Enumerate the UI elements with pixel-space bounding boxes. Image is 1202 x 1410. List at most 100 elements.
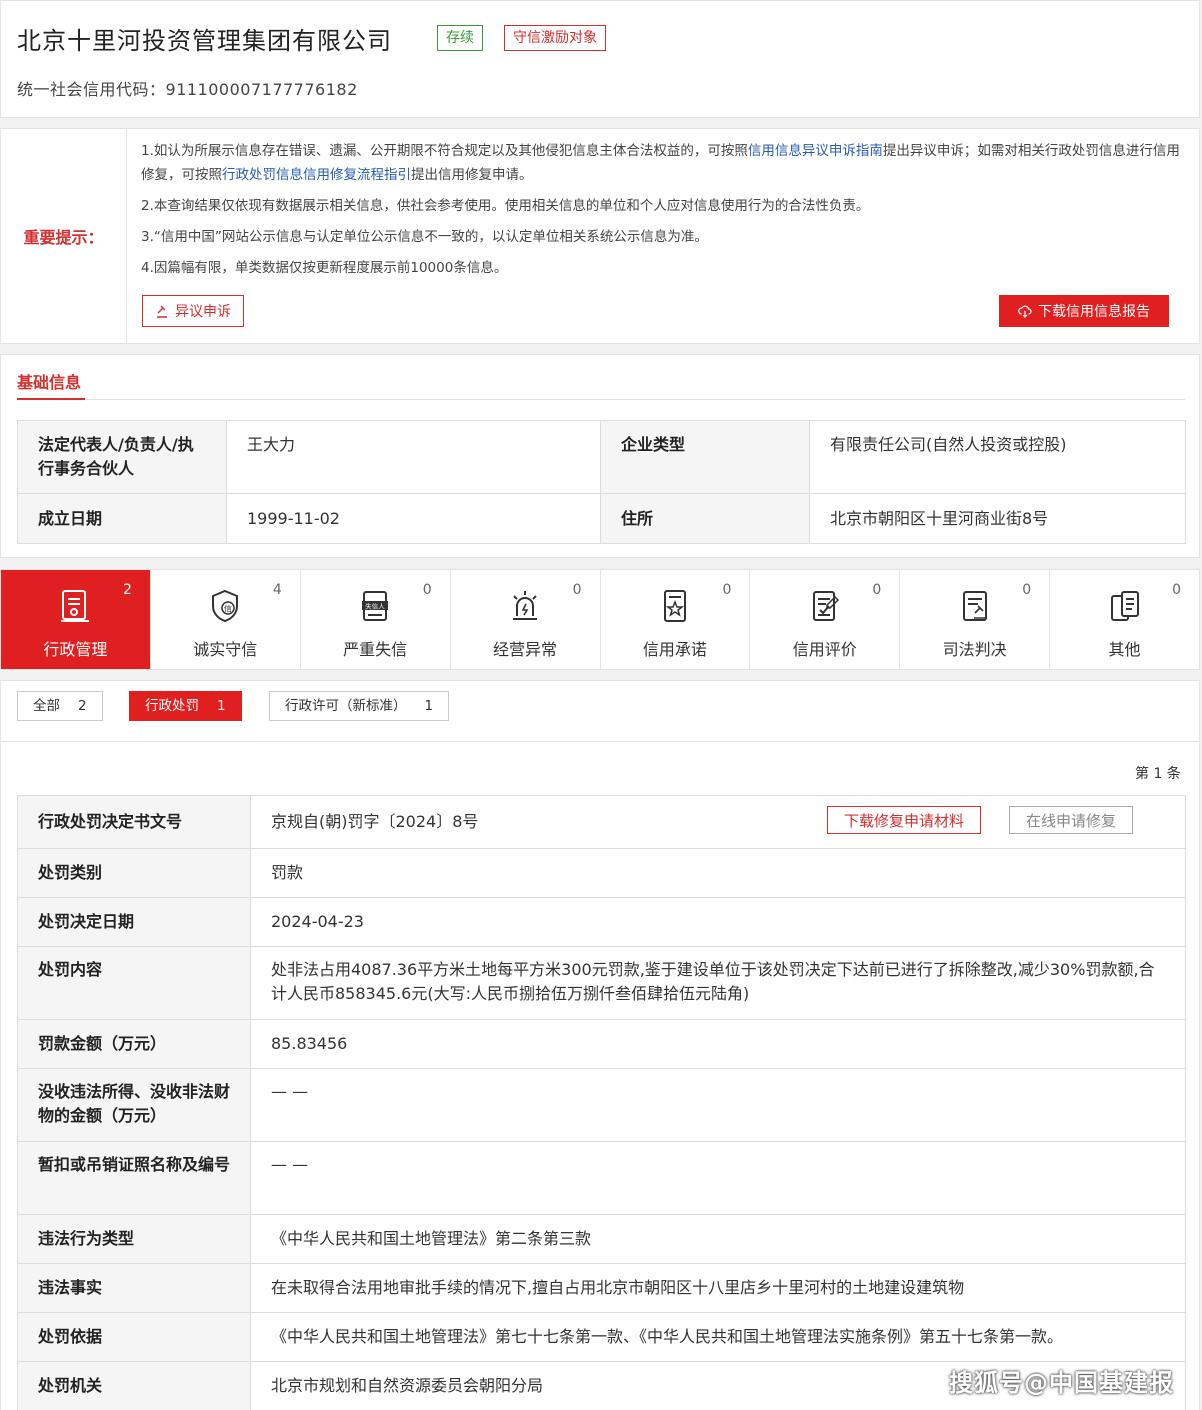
online-repair-button[interactable]: 在线申请修复 [1009, 806, 1134, 834]
notice-item-1: 1.如认为所展示信息存在错误、遗漏、公开期限不符合规定以及其他侵犯信息主体合法权… [141, 139, 1181, 187]
violation-facts-label: 违法事实 [17, 1263, 251, 1313]
cloud-download-icon [1018, 305, 1032, 318]
tab-label: 司法判决 [942, 640, 1007, 659]
status-badge: 存续 [437, 25, 483, 51]
basic-info-title: 基础信息 [17, 373, 82, 392]
tab-honesty[interactable]: 4 信 诚实守信 [151, 570, 301, 669]
table-row: 处罚类别 罚款 [17, 848, 1186, 898]
tab-label: 信用承诺 [642, 640, 707, 659]
table-row: 暂扣或吊销证照名称及编号 — — [17, 1141, 1186, 1215]
tab-label: 信用评价 [792, 640, 857, 659]
tab-count: 0 [722, 582, 732, 598]
shield-credit-icon: 信 [212, 589, 239, 623]
penalty-basis-value: 《中华人民共和国土地管理法》第七十七条第一款、《中华人民共和国土地管理法实施条例… [250, 1312, 1186, 1362]
tab-credit-promise[interactable]: 0 信用承诺 [601, 570, 751, 669]
doc-no-cell: 京规自(朝)罚字〔2024〕8号 下载修复申请材料 在线申请修复 [250, 795, 1186, 849]
source-watermark: 搜狐号@中国基建报 [949, 1369, 1174, 1397]
download-repair-materials-button[interactable]: 下载修复申请材料 [827, 806, 982, 834]
filter-all[interactable]: 全部 2 [17, 691, 103, 721]
penalty-category-label: 处罚类别 [17, 848, 251, 898]
company-type-label: 企业类型 [600, 420, 810, 494]
fine-amount-value: 85.83456 [250, 1019, 1186, 1069]
tab-credit-evaluation[interactable]: 0 信用评价 [750, 570, 901, 669]
gavel-icon [157, 305, 167, 318]
repair-guide-link[interactable]: 行政处罚信息信用修复流程指引 [222, 167, 411, 183]
table-row: 处罚内容 处非法占用4087.36平方米土地每平方米300元罚款,鉴于建设单位于… [17, 946, 1186, 1020]
credit-code-label: 统一社会信用代码： [17, 80, 166, 99]
notice-text: 提出信用修复申请。 [411, 167, 533, 183]
download-report-button[interactable]: 下载信用信息报告 [999, 295, 1169, 327]
penalty-category-value: 罚款 [250, 848, 1186, 898]
violation-type-label: 违法行为类型 [17, 1214, 251, 1264]
address-value: 北京市朝阳区十里河商业街8号 [809, 493, 1186, 544]
notice-body: 1.如认为所展示信息存在错误、遗漏、公开期限不符合规定以及其他侵犯信息主体合法权… [141, 139, 1181, 287]
doc-no-value: 京规自(朝)罚字〔2024〕8号 [271, 812, 479, 831]
judgment-doc-icon [962, 591, 987, 621]
doc-no-label: 行政处罚决定书文号 [17, 795, 251, 849]
evaluation-doc-icon [812, 591, 839, 621]
important-notice: 重要提示： 1.如认为所展示信息存在错误、遗漏、公开期限不符合规定以及其他侵犯信… [0, 128, 1200, 344]
violation-facts-value: 在未取得合法用地审批手续的情况下,擅自占用北京市朝阳区十八里店乡十里河村的土地建… [250, 1263, 1186, 1313]
notice-item-4: 4.因篇幅有限，单类数据仅按更新程度展示前10000条信息。 [141, 260, 508, 276]
table-row: 行政处罚决定书文号 京规自(朝)罚字〔2024〕8号 下载修复申请材料 在线申请… [17, 795, 1186, 849]
license-revoke-label: 暂扣或吊销证照名称及编号 [17, 1141, 251, 1215]
company-header: 北京十里河投资管理集团有限公司 存续 守信激励对象 统一社会信用代码：91110… [0, 0, 1200, 118]
company-name: 北京十里河投资管理集团有限公司 [17, 27, 392, 55]
tab-other[interactable]: 0 其他 [1050, 570, 1199, 669]
penalty-date-value: 2024-04-23 [250, 897, 1186, 947]
tab-count: 4 [272, 582, 282, 598]
basic-info-panel: 基础信息 法定代表人/负责人/执行事务合伙人 王大力 企业类型 有限责任公司(自… [0, 354, 1200, 558]
records-panel: 全部 2 行政处罚 1 行政许可（新标准） 1 第 1 条 行政处罚决定书文号 京规自… [0, 680, 1201, 1410]
tab-operation-abnormal[interactable]: 0 经营异常 [451, 570, 601, 669]
notice-label: 重要提示： [1, 129, 127, 343]
notice-item-3: 3.“信用中国”网站公示信息与认定单位公示信息不一致的，以认定单位相关系统公示信… [141, 229, 708, 245]
penalty-content-value: 处非法占用4087.36平方米土地每平方米300元罚款,鉴于建设单位于该处罚决定… [250, 946, 1186, 1020]
admin-doc-icon [61, 590, 90, 622]
notice-text: 1.如认为所展示信息存在错误、遗漏、公开期限不符合规定以及其他侵犯信息主体合法权… [141, 143, 748, 159]
table-row: 成立日期 1999-11-02 住所 北京市朝阳区十里河商业街8号 [17, 493, 1186, 544]
table-row: 罚款金额（万元） 85.83456 [17, 1019, 1186, 1069]
tab-label: 行政管理 [43, 640, 108, 659]
founded-label: 成立日期 [17, 493, 227, 544]
filter-label: 行政许可（新标准） [285, 698, 407, 714]
tab-judicial-judgment[interactable]: 0 司法判决 [900, 570, 1051, 669]
filter-count: 2 [78, 698, 87, 714]
filter-label: 全部 [33, 698, 60, 714]
record-pager: 第 1 条 [1135, 766, 1181, 782]
objection-guide-link[interactable]: 信用信息异议申诉指南 [748, 143, 883, 159]
basic-info-table: 法定代表人/负责人/执行事务合伙人 王大力 企业类型 有限责任公司(自然人投资或… [17, 420, 1186, 544]
penalty-basis-label: 处罚依据 [17, 1312, 251, 1362]
download-report-label: 下载信用信息报告 [1038, 304, 1150, 320]
table-row: 处罚依据 《中华人民共和国土地管理法》第七十七条第一款、《中华人民共和国土地管理… [17, 1312, 1186, 1362]
tab-serious-dishonesty[interactable]: 0 失信人 严重失信 [301, 570, 451, 669]
table-row: 法定代表人/负责人/执行事务合伙人 王大力 企业类型 有限责任公司(自然人投资或… [17, 420, 1186, 494]
confiscation-value: — — [250, 1068, 1186, 1142]
company-type-value: 有限责任公司(自然人投资或控股) [809, 420, 1186, 494]
divider [17, 399, 1185, 400]
category-tabs: 2 行政管理 4 信 诚实守信 0 失信人 严重失信 0 经营异常 0 信用承诺… [0, 569, 1200, 670]
legal-rep-value: 王大力 [226, 420, 601, 494]
objection-button[interactable]: 异议申诉 [142, 295, 244, 327]
confiscation-label: 没收违法所得、没收非法财物的金额（万元） [17, 1068, 251, 1142]
penalty-content-label: 处罚内容 [17, 946, 251, 1020]
penalty-detail-table: 行政处罚决定书文号 京规自(朝)罚字〔2024〕8号 下载修复申请材料 在线申请… [17, 795, 1186, 1410]
filter-admin-license[interactable]: 行政许可（新标准） 1 [269, 691, 450, 721]
filter-count: 1 [424, 698, 434, 714]
divider [1, 741, 1201, 742]
license-revoke-value: — — [250, 1141, 1186, 1215]
promise-doc-icon [663, 590, 686, 622]
svg-text:信: 信 [224, 604, 232, 614]
filter-label: 行政处罚 [145, 698, 199, 714]
founded-value: 1999-11-02 [226, 493, 601, 544]
objection-button-label: 异议申诉 [175, 304, 231, 320]
table-row: 处罚决定日期 2024-04-23 [17, 897, 1186, 947]
tab-label: 其他 [1108, 640, 1141, 659]
table-row: 违法行为类型 《中华人民共和国土地管理法》第二条第三款 [17, 1214, 1186, 1264]
tab-admin-management[interactable]: 2 行政管理 [1, 570, 151, 669]
tab-count: 0 [422, 582, 432, 598]
tab-count: 0 [872, 582, 882, 598]
dishonest-person-icon: 失信人 [362, 591, 389, 621]
filter-admin-penalty[interactable]: 行政处罚 1 [129, 691, 242, 721]
tab-count: 2 [122, 582, 132, 598]
other-doc-icon [1110, 591, 1139, 621]
